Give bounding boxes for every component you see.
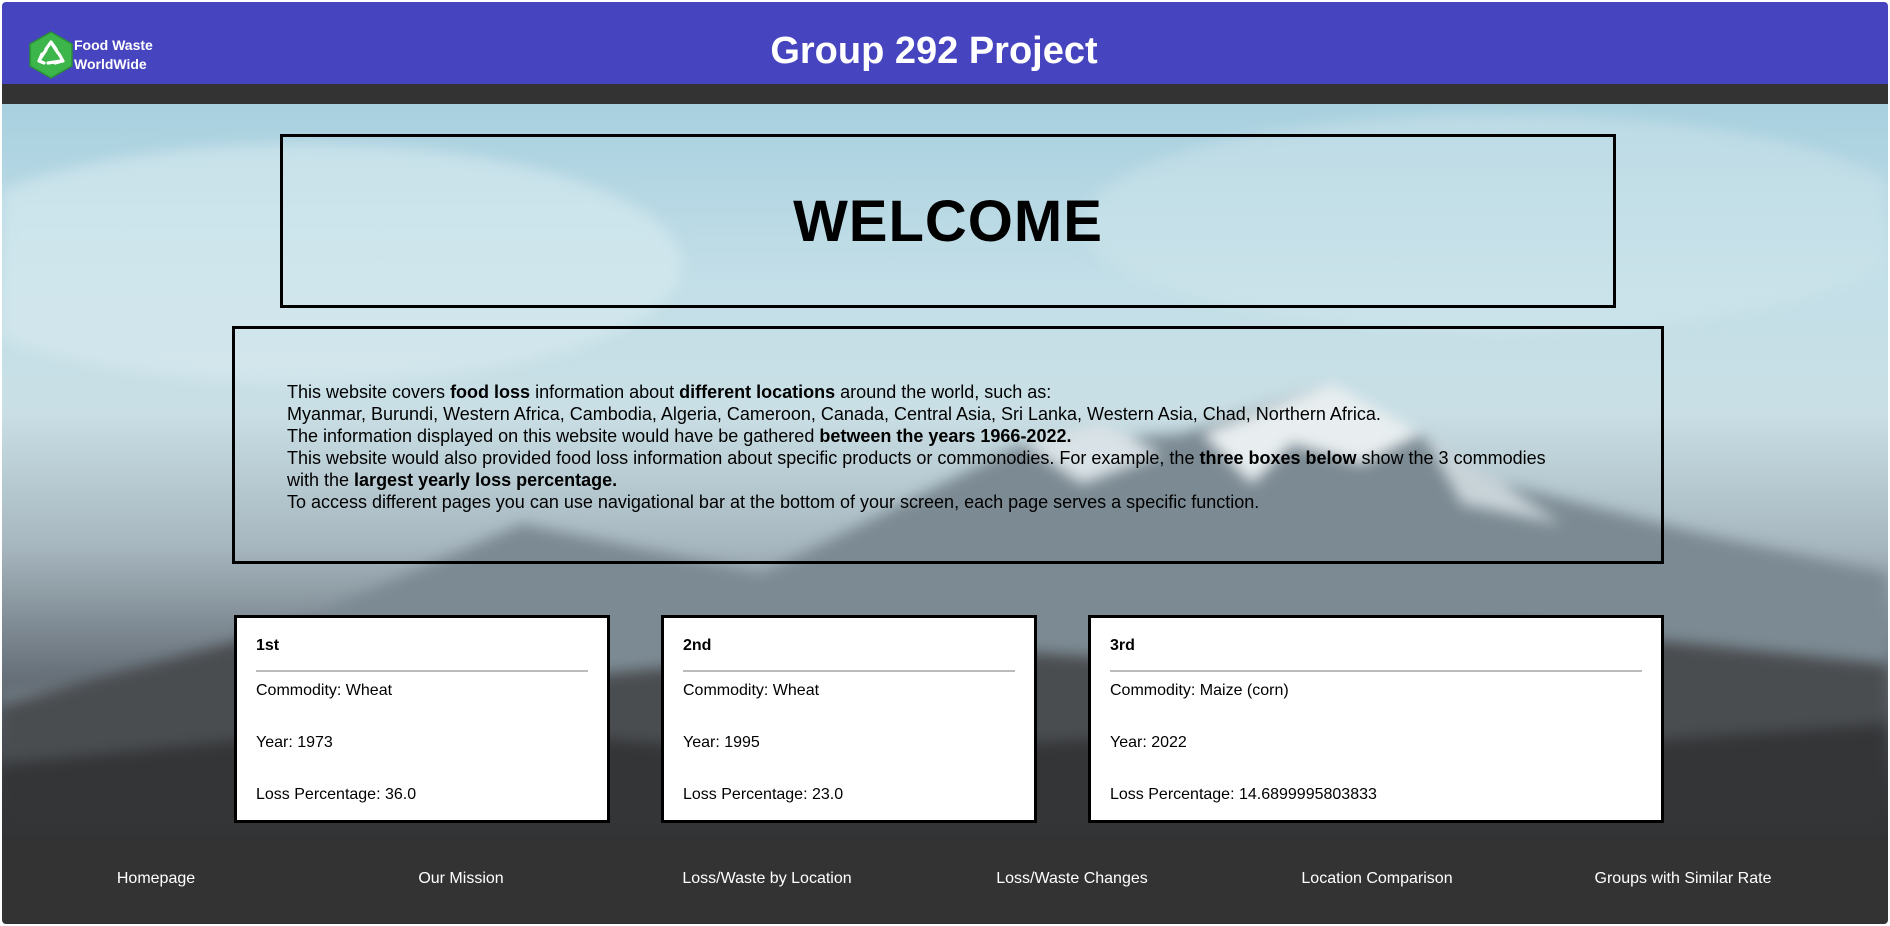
card-commodity: Commodity: Wheat: [683, 682, 820, 699]
info-text: This website covers food loss informatio…: [287, 381, 1567, 513]
info-line-location-list: Myanmar, Burundi, Western Africa, Cambod…: [287, 404, 1381, 424]
header: Food Waste WorldWide Group 292 Project: [2, 2, 1888, 84]
info-line-navigation: To access different pages you can use na…: [287, 492, 1260, 512]
info-text-span: around the world, such as:: [835, 382, 1052, 402]
card-divider: [256, 670, 588, 672]
site-title: Group 292 Project: [770, 30, 1098, 72]
info-text-span: The information displayed on this websit…: [287, 426, 820, 446]
info-text-span: This website would also provided food lo…: [287, 448, 1200, 468]
info-line-commodities: This website would also provided food lo…: [287, 447, 1567, 491]
card-year: Year: 2022: [1110, 734, 1187, 751]
card-commodity: Commodity: Wheat: [256, 682, 393, 699]
commodity-card-3rd: 3rd Commodity: Maize (corn) Year: 2022 L…: [1088, 615, 1664, 823]
card-divider: [1110, 670, 1642, 672]
card-divider: [683, 670, 1015, 672]
info-text-span: This website covers: [287, 382, 451, 402]
nav-loss-waste-changes[interactable]: Loss/Waste Changes: [922, 870, 1222, 888]
card-loss-percentage: Loss Percentage: 14.6899995803833: [1110, 786, 1377, 803]
info-text-span: information about: [530, 382, 680, 402]
card-year: Year: 1995: [683, 734, 760, 751]
nav-homepage[interactable]: Homepage: [6, 870, 306, 888]
hero-background: WELCOME This website covers food loss in…: [2, 104, 1888, 840]
card-loss-percentage: Loss Percentage: 36.0: [256, 786, 417, 803]
welcome-heading: WELCOME: [793, 188, 1103, 254]
bottom-nav-bar: Homepage Our Mission Loss/Waste by Locat…: [2, 840, 1888, 924]
welcome-box: WELCOME: [280, 134, 1616, 308]
info-line-locations-intro: This website covers food loss informatio…: [287, 381, 1567, 403]
card-year: Year: 1973: [256, 734, 333, 751]
header-divider-bar: [2, 84, 1888, 104]
info-bold-different-locations: different locations: [679, 382, 836, 402]
info-bold-food-loss: food loss: [450, 382, 531, 402]
nav-location-comparison[interactable]: Location Comparison: [1227, 870, 1527, 888]
info-line-years: The information displayed on this websit…: [287, 425, 1567, 447]
nav-our-mission[interactable]: Our Mission: [311, 870, 611, 888]
info-bold-largest-loss: largest yearly loss percentage.: [354, 470, 618, 490]
commodity-card-1st: 1st Commodity: Wheat Year: 1973 Loss Per…: [234, 615, 610, 823]
nav-loss-waste-by-location[interactable]: Loss/Waste by Location: [617, 870, 917, 888]
card-rank: 2nd: [683, 637, 712, 654]
commodity-card-2nd: 2nd Commodity: Wheat Year: 1995 Loss Per…: [661, 615, 1037, 823]
info-bold-three-boxes: three boxes below: [1199, 448, 1357, 468]
card-commodity: Commodity: Maize (corn): [1110, 682, 1289, 699]
app-frame: Food Waste WorldWide Group 292 Project W…: [2, 2, 1888, 924]
info-box: This website covers food loss informatio…: [232, 326, 1664, 564]
nav-groups-with-similar-rate[interactable]: Groups with Similar Rate: [1533, 870, 1833, 888]
card-loss-percentage: Loss Percentage: 23.0: [683, 786, 844, 803]
card-rank: 3rd: [1110, 637, 1135, 654]
card-rank: 1st: [256, 637, 280, 654]
info-bold-years: between the years 1966-2022.: [819, 426, 1072, 446]
